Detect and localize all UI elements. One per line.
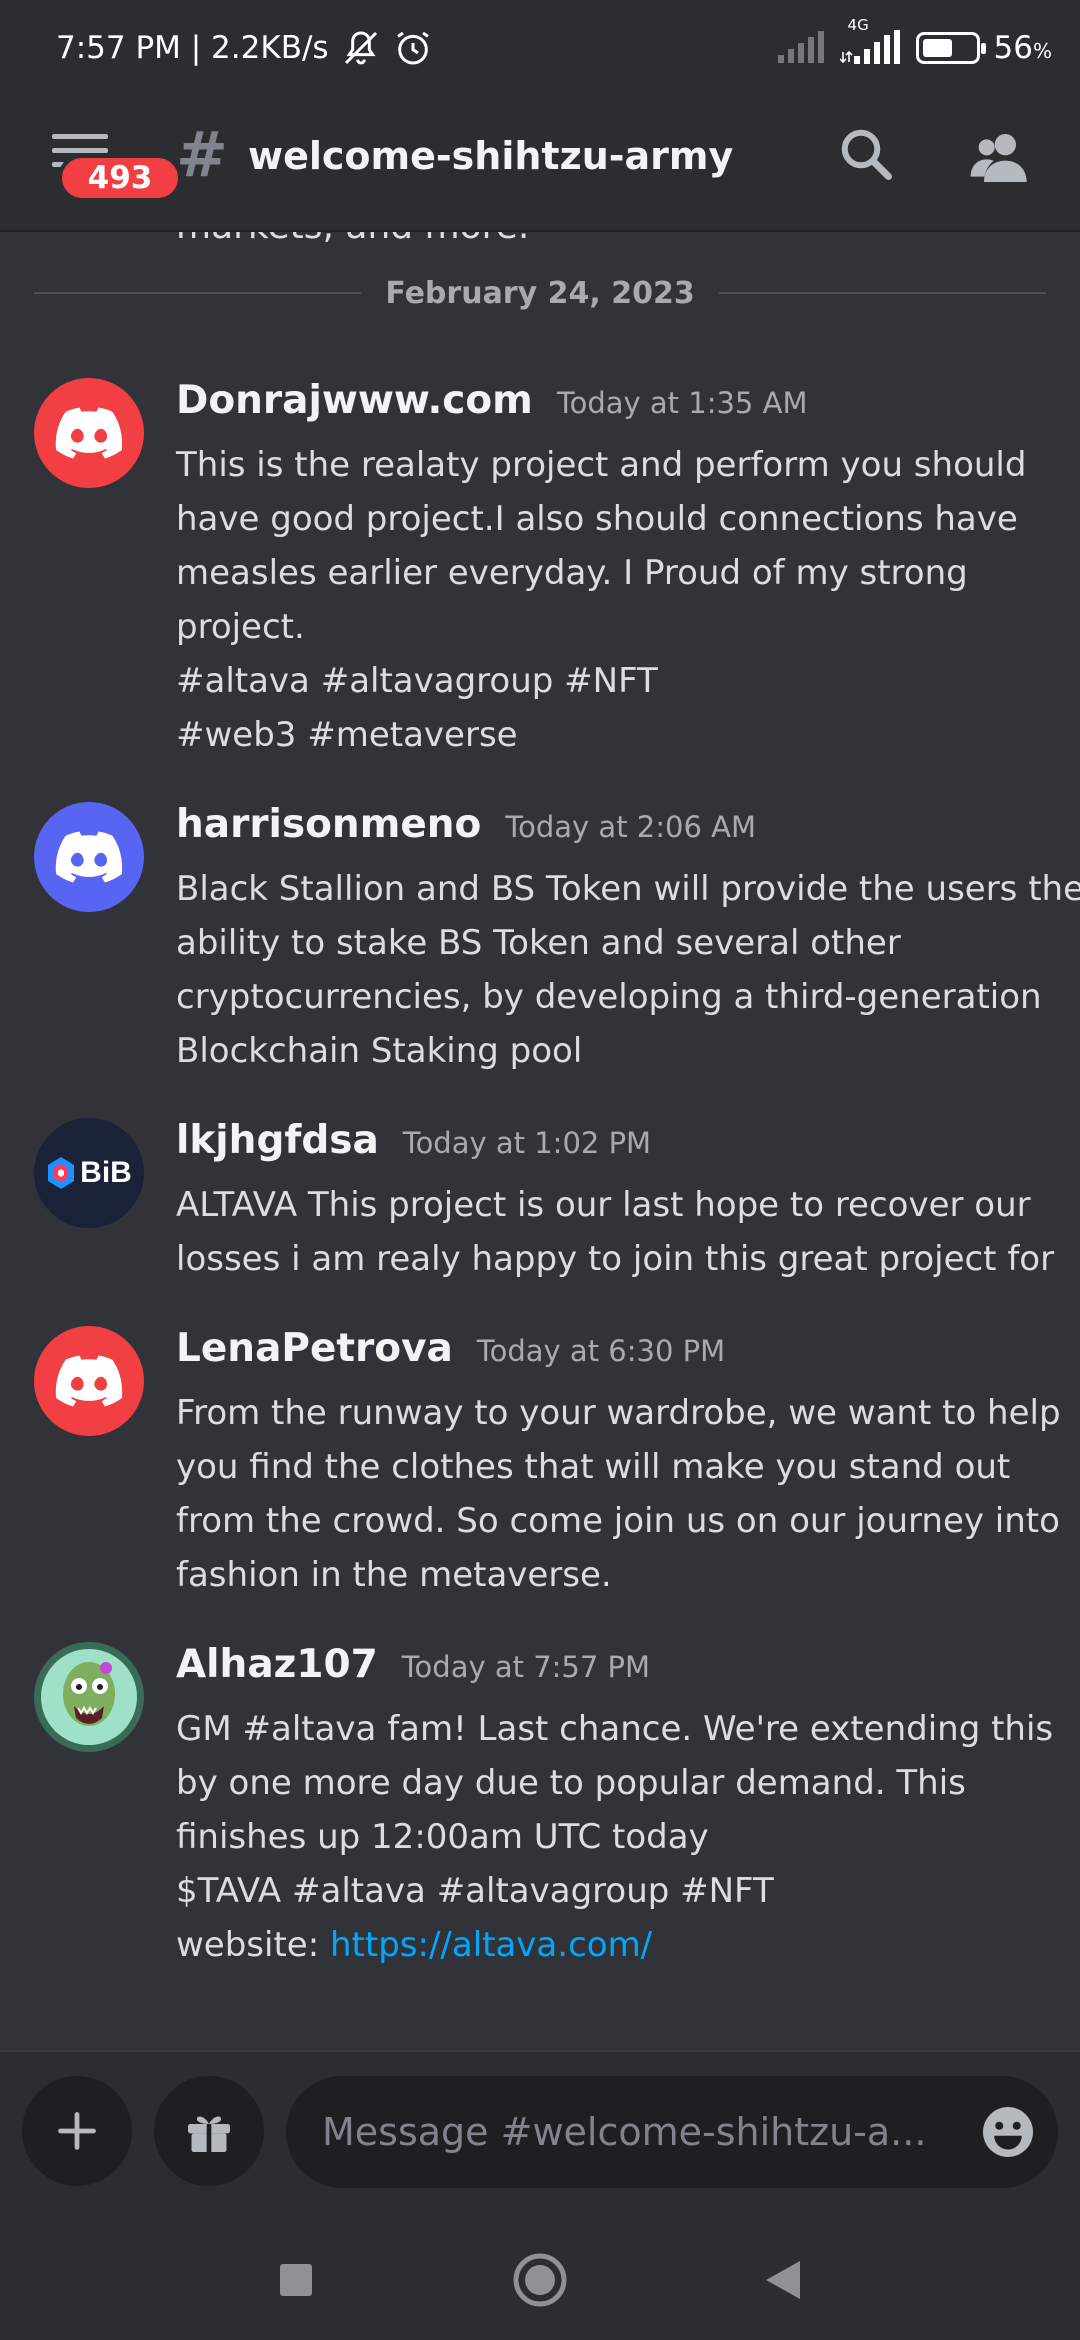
search-button[interactable]: [836, 124, 896, 194]
avatar[interactable]: [34, 1326, 144, 1436]
avatar[interactable]: [34, 378, 144, 488]
status-time-speed: 7:57 PM | 2.2KB/s: [56, 30, 329, 66]
message-input[interactable]: Message #welcome-shihtzu-a...: [286, 2076, 1058, 2188]
avatar[interactable]: [34, 802, 144, 912]
message-line: $TAVA #altava #altavagroup #NFT: [176, 1871, 774, 1911]
message-line: Black Stallion and BS Token will provide…: [176, 869, 1080, 909]
message-line: finishes up 12:00am UTC today: [176, 1817, 709, 1857]
message-content: ALTAVA This project is our last hope to …: [176, 1178, 1056, 1286]
home-button[interactable]: [510, 2250, 570, 2310]
message-timestamp: Today at 7:57 PM: [401, 1650, 651, 1684]
bib-logo-icon: [48, 1157, 75, 1189]
avatar[interactable]: BiB: [34, 1118, 144, 1228]
battery-icon: [915, 32, 986, 64]
discord-logo-icon: [55, 831, 123, 883]
emoji-button[interactable]: [978, 2102, 1038, 2162]
message-line: Blockchain Staking pool: [176, 1031, 583, 1071]
message-timestamp: Today at 1:02 PM: [402, 1126, 652, 1160]
message-line: from the crowd. So come join us on our j…: [176, 1501, 1060, 1541]
unread-badge: 493: [58, 154, 182, 202]
channel-hash-icon: #: [176, 118, 228, 191]
discord-logo-icon: [55, 1355, 123, 1407]
signal-4g-icon: 4G: [839, 16, 902, 66]
message-line: From the runway to your wardrobe, we wan…: [176, 1393, 1061, 1433]
message-content: From the runway to your wardrobe, we wan…: [176, 1386, 1061, 1602]
message-line: ALTAVA This project is our last hope to …: [176, 1185, 1031, 1225]
message-line: by one more day due to popular demand. T…: [176, 1763, 966, 1803]
emoji-icon: [983, 2107, 1033, 2157]
discord-app: 7:57 PM | 2.2KB/s 4G 56% 493 # welcome-s…: [0, 0, 1080, 2340]
back-triangle-icon: [766, 2261, 800, 2299]
message-author[interactable]: lkjhgfdsa: [176, 1118, 379, 1163]
message-line: #web3 #metaverse: [176, 715, 518, 755]
message-line: ability to stake BS Token and several ot…: [176, 923, 901, 963]
alarm-icon: [393, 28, 433, 68]
members-button[interactable]: [968, 126, 1032, 190]
add-attachment-button[interactable]: [22, 2076, 132, 2186]
system-nav-bar: [0, 2210, 1080, 2340]
square-icon: [280, 2264, 312, 2296]
message-composer: Message #welcome-shihtzu-a...: [0, 2050, 1080, 2210]
signal-icon: [776, 31, 826, 65]
network-type: 4G: [847, 16, 869, 34]
status-bar: 7:57 PM | 2.2KB/s 4G 56%: [0, 0, 1080, 96]
message-line: This is the realaty project and perform …: [176, 445, 1027, 485]
cutoff-message-text: markets, and more.: [176, 232, 529, 247]
message-line: measles earlier everyday. I Proud of my …: [176, 553, 968, 593]
message-timestamp: Today at 6:30 PM: [476, 1334, 726, 1368]
message-line: project.: [176, 607, 305, 647]
home-circle-icon: [513, 2253, 567, 2307]
zombie-avatar-icon: [41, 1649, 137, 1745]
message-author[interactable]: Alhaz107: [176, 1642, 378, 1687]
message-timestamp: Today at 1:35 AM: [556, 386, 808, 420]
date-divider: February 24, 2023: [34, 276, 1046, 311]
battery-percent-unit: %: [1032, 39, 1052, 63]
message-list[interactable]: markets, and more. February 24, 2023 Don…: [0, 232, 1080, 2050]
message-line: GM #altava fam! Last chance. We're exten…: [176, 1709, 1054, 1749]
message-line: cryptocurrencies, by developing a third-…: [176, 977, 1042, 1017]
date-divider-label: February 24, 2023: [385, 275, 695, 311]
avatar[interactable]: [34, 1642, 144, 1752]
members-icon: [970, 134, 1027, 182]
link-prefix: website:: [176, 1925, 330, 1965]
message-author[interactable]: LenaPetrova: [176, 1326, 453, 1371]
plus-icon: [58, 2112, 96, 2150]
battery-percent: 56%: [994, 30, 1052, 66]
search-icon: [841, 129, 892, 180]
channel-title: welcome-shihtzu-army: [248, 134, 734, 178]
message-line: fashion in the metaverse.: [176, 1555, 612, 1595]
message-author[interactable]: Donrajwww.com: [176, 378, 533, 423]
message-content: Black Stallion and BS Token will provide…: [176, 862, 1080, 1078]
menu-button[interactable]: 493: [48, 132, 182, 204]
discord-logo-icon: [55, 407, 123, 459]
recents-button[interactable]: [266, 2250, 326, 2310]
message-link[interactable]: https://altava.com/: [330, 1925, 652, 1965]
channel-header: 493 # welcome-shihtzu-army: [0, 96, 1080, 232]
gift-button[interactable]: [154, 2076, 264, 2186]
message-timestamp: Today at 2:06 AM: [505, 810, 756, 844]
mute-icon: [341, 28, 381, 68]
message-content: This is the realaty project and perform …: [176, 438, 1056, 762]
avatar-text: BiB: [80, 1156, 132, 1189]
message-author[interactable]: harrisonmeno: [176, 802, 481, 847]
back-button[interactable]: [752, 2250, 812, 2310]
message-input-placeholder: Message #welcome-shihtzu-a...: [322, 2110, 927, 2154]
battery-percent-value: 56: [993, 30, 1033, 66]
gift-icon: [188, 2116, 230, 2152]
battery-fill: [922, 39, 952, 57]
message-line: losses i am realy happy to join this gre…: [176, 1239, 1055, 1279]
message-line: website: https://altava.com/: [176, 1918, 1056, 1972]
message-content: GM #altava fam! Last chance. We're exten…: [176, 1702, 1056, 1972]
message-line: have good project.I also should connecti…: [176, 499, 1018, 539]
message-line: you find the clothes that will make you …: [176, 1447, 1011, 1487]
message-line: #altava #altavagroup #NFT: [176, 661, 658, 701]
